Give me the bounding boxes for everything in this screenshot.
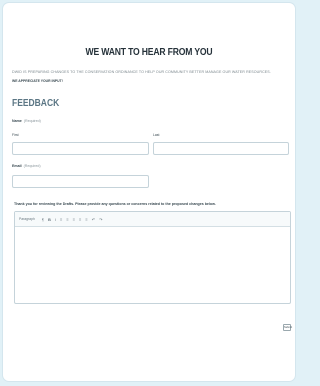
numbered-list-button[interactable]: ≡ bbox=[66, 217, 68, 222]
question-label: Thank you for reviewing the Drafts. Plea… bbox=[14, 202, 216, 206]
bullet-list-button[interactable]: ≡ bbox=[60, 217, 62, 222]
redo-button[interactable]: ↷ bbox=[99, 217, 102, 222]
email-input[interactable] bbox=[12, 175, 149, 188]
form-card: WE WANT TO HEAR FROM YOU DWID IS PREPARI… bbox=[3, 3, 295, 381]
undo-button[interactable]: ↶ bbox=[92, 217, 95, 222]
align-left-button[interactable]: ≡ bbox=[73, 217, 75, 222]
align-right-button[interactable]: ≡ bbox=[85, 217, 87, 222]
submit-button[interactable]: Submit bbox=[283, 324, 292, 331]
align-center-button[interactable]: ≡ bbox=[79, 217, 81, 222]
feedback-editor[interactable]: Paragraph ¶ B I ≡ ≡ ≡ ≡ ≡ ↶ ↷ bbox=[14, 211, 291, 304]
last-name-input[interactable] bbox=[153, 142, 289, 155]
email-label-text: Email bbox=[12, 164, 22, 168]
email-required-note: (Required) bbox=[23, 164, 41, 168]
first-name-label: First bbox=[12, 133, 19, 137]
paragraph-button[interactable]: ¶ bbox=[42, 217, 44, 222]
name-required-note: (Required) bbox=[23, 119, 41, 123]
intro-text: DWID IS PREPARING CHANGES TO THE CONSERV… bbox=[12, 70, 271, 74]
name-label-text: Name bbox=[12, 119, 22, 123]
last-name-label: Last bbox=[153, 133, 160, 137]
section-title: FEEDBACK bbox=[12, 98, 60, 109]
bold-button[interactable]: B bbox=[48, 217, 51, 222]
editor-toolbar: Paragraph ¶ B I ≡ ≡ ≡ ≡ ≡ ↶ ↷ bbox=[15, 212, 290, 227]
email-label: Email (Required) bbox=[12, 164, 41, 168]
italic-button[interactable]: I bbox=[55, 217, 56, 222]
first-name-input[interactable] bbox=[12, 142, 149, 155]
name-label: Name (Required) bbox=[12, 119, 41, 123]
page-title: WE WANT TO HEAR FROM YOU bbox=[85, 47, 213, 58]
appreciate-text: WE APPRECIATE YOUR INPUT! bbox=[12, 79, 63, 83]
format-select[interactable]: Paragraph bbox=[19, 217, 35, 221]
